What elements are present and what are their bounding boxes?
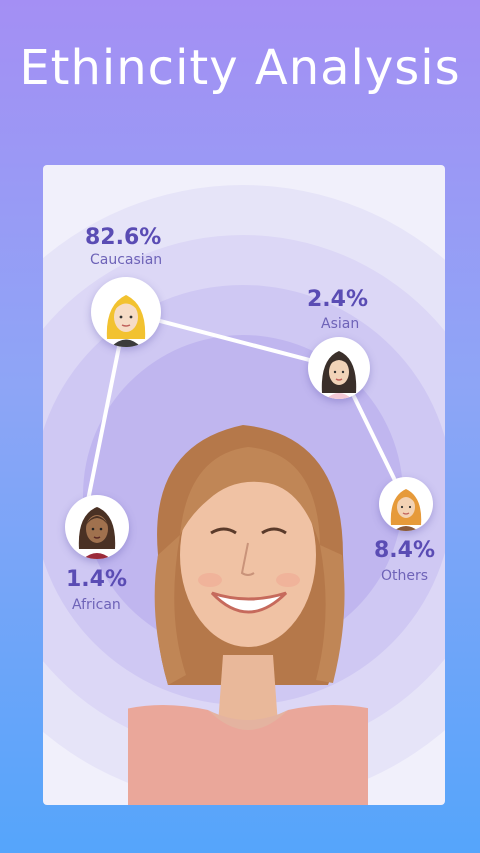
- asian-percent: 2.4%: [307, 287, 369, 312]
- others-face-icon: [390, 489, 422, 531]
- african-avatar[interactable]: [65, 495, 129, 559]
- asian-label: Asian: [321, 316, 360, 332]
- african-label: African: [72, 597, 121, 613]
- african-face-icon: [78, 507, 116, 559]
- caucasian-avatar[interactable]: [91, 277, 161, 347]
- portrait-photo: [128, 425, 368, 805]
- page-headline: Ethincity Analysis: [19, 40, 461, 96]
- analysis-card: 82.6% Caucasian 2.4% Asian 8.4% Others 1…: [43, 165, 445, 805]
- caucasian-label: Caucasian: [90, 252, 163, 268]
- others-avatar[interactable]: [379, 477, 433, 531]
- asian-face-icon: [321, 351, 357, 399]
- caucasian-percent: 82.6%: [85, 225, 162, 250]
- asian-avatar[interactable]: [308, 337, 370, 399]
- others-percent: 8.4%: [374, 538, 436, 563]
- african-percent: 1.4%: [66, 567, 128, 592]
- others-label: Others: [381, 568, 429, 584]
- caucasian-face-icon: [106, 295, 146, 347]
